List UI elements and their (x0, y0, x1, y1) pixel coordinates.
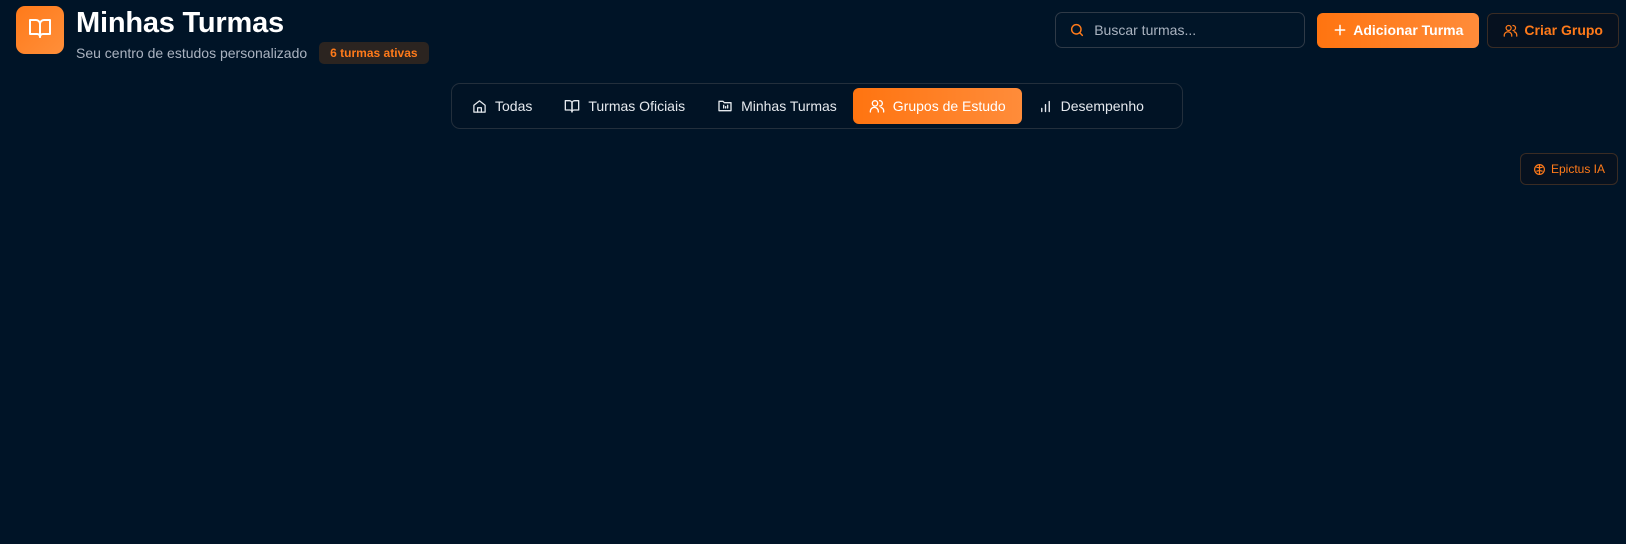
ai-button-label: Epictus IA (1550, 162, 1605, 176)
tab-grupos-de-estudo[interactable]: Grupos de Estudo (852, 88, 1022, 124)
tab-bar: Todas Turmas Oficiais Minhas Turmas Grup… (451, 83, 1183, 129)
logo (16, 6, 64, 54)
brain-icon (1533, 163, 1546, 176)
tab-desempenho[interactable]: Desempenho (1022, 88, 1160, 124)
tab-label: Minhas Turmas (741, 98, 837, 114)
page: Minhas Turmas Seu centro de estudos pers… (0, 0, 1626, 544)
search-box[interactable] (1055, 12, 1306, 48)
users-icon (1503, 23, 1518, 38)
bar-chart-icon (1038, 99, 1053, 114)
book-open-icon (28, 16, 52, 45)
book-open-icon (564, 98, 580, 114)
add-class-button[interactable]: Adicionar Turma (1317, 12, 1480, 48)
tab-label: Desempenho (1060, 98, 1144, 114)
page-header: Minhas Turmas Seu centro de estudos pers… (16, 6, 429, 64)
add-class-label: Adicionar Turma (1353, 22, 1464, 38)
folder-icon (717, 98, 733, 114)
tab-minhas-turmas[interactable]: Minhas Turmas (701, 88, 853, 124)
search-icon (1069, 22, 1085, 38)
tab-label: Turmas Oficiais (588, 98, 686, 114)
tab-label: Grupos de Estudo (892, 98, 1006, 114)
create-group-label: Criar Grupo (1524, 22, 1603, 38)
ai-assistant-button[interactable]: Epictus IA (1519, 153, 1618, 185)
page-title: Minhas Turmas (76, 7, 284, 39)
tab-todas[interactable]: Todas (456, 88, 548, 124)
home-icon (472, 99, 487, 114)
create-group-button[interactable]: Criar Grupo (1487, 12, 1619, 48)
users-icon (869, 98, 885, 114)
page-subtitle: Seu centro de estudos personalizado (76, 45, 308, 61)
search-input[interactable] (1094, 22, 1295, 38)
plus-icon (1333, 23, 1347, 37)
tab-label: Todas (495, 98, 533, 114)
header-actions: Adicionar Turma Criar Grupo (1055, 12, 1619, 48)
active-classes-badge: 6 turmas ativas (319, 42, 429, 64)
tab-turmas-oficiais[interactable]: Turmas Oficiais (548, 88, 701, 124)
